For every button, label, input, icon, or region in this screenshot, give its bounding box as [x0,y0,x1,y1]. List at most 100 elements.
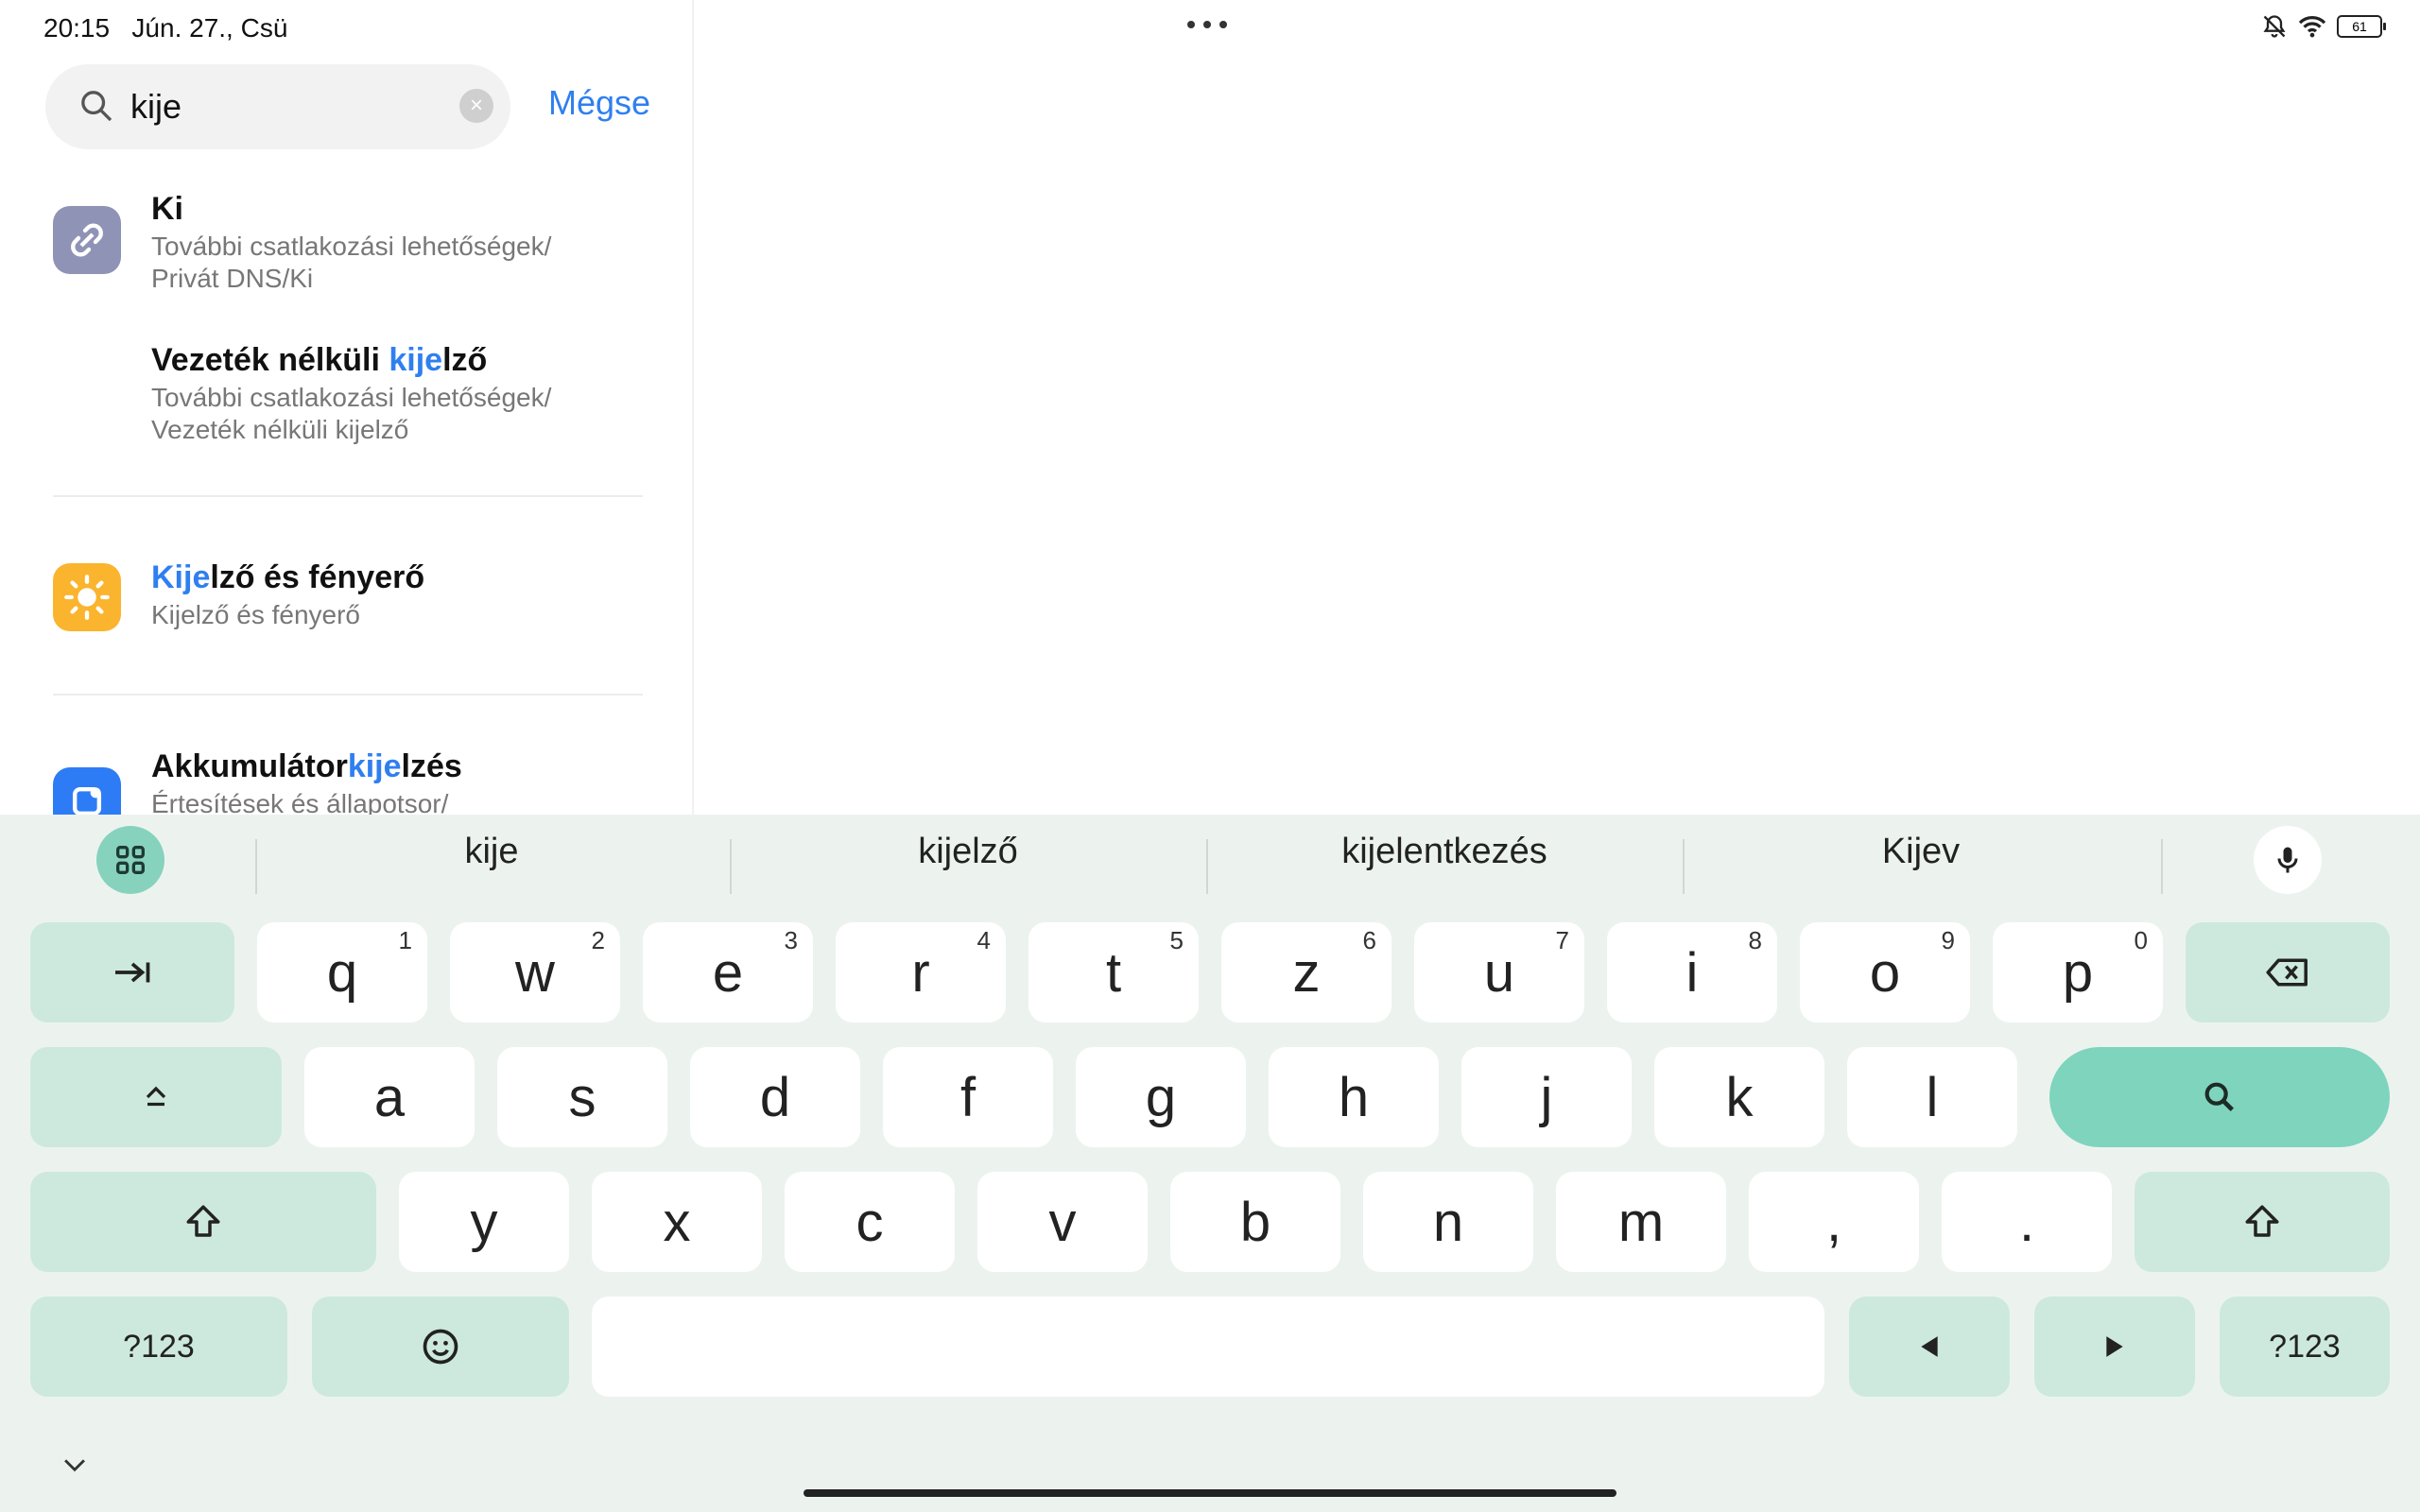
result-title: Ki [151,191,183,227]
key-label: a [373,1066,406,1128]
arrow-left-icon [1921,1336,1938,1357]
letter-key[interactable]: x [592,1172,762,1272]
letter-key[interactable]: a [304,1047,475,1147]
key-label: . [2018,1191,2035,1253]
cursor-right-key[interactable] [2034,1297,2195,1397]
letter-key[interactable]: e3 [643,922,813,1022]
cancel-button[interactable]: Mégse [548,83,650,123]
backspace-icon [2266,958,2308,987]
letter-key[interactable]: w2 [450,922,620,1022]
backspace-key[interactable] [2186,922,2390,1022]
grid-icon [115,846,145,874]
letter-key[interactable]: h [1269,1047,1439,1147]
suggestion-4[interactable]: Kijev [1694,832,2148,872]
letter-key[interactable]: z6 [1221,922,1392,1022]
divider [53,495,643,497]
more-options-icon[interactable] [1187,21,1227,28]
key-hint: 0 [2134,926,2148,954]
letter-key[interactable]: y [399,1172,569,1272]
letter-key[interactable]: l [1847,1047,2017,1147]
shift-key-right[interactable] [2135,1172,2390,1272]
result-item[interactable]: Vezeték nélküli kijelző További csatlako… [0,338,692,461]
tab-key[interactable] [30,922,234,1022]
letter-key[interactable]: f [883,1047,1053,1147]
shift-icon [2245,1205,2279,1237]
letter-key[interactable]: o9 [1800,922,1970,1022]
notification-icon [53,767,121,815]
key-label: w [515,941,555,1004]
apps-grid-button[interactable] [96,826,164,894]
key-label: k [1725,1066,1754,1128]
space-key[interactable] [592,1297,1824,1397]
key-label: h [1338,1066,1370,1128]
letter-key[interactable]: b [1170,1172,1340,1272]
key-hint: 9 [1941,926,1955,954]
letter-key[interactable]: t5 [1028,922,1199,1022]
key-label: b [1239,1191,1271,1253]
key-label: v [1048,1191,1077,1253]
search-key[interactable] [2049,1047,2390,1147]
chevron-down-icon[interactable] [59,1450,91,1482]
key-label: q [326,941,358,1004]
letter-key[interactable]: p0 [1993,922,2163,1022]
key-label: c [856,1191,884,1253]
suggestion-2[interactable]: kijelző [741,832,1195,872]
letter-key[interactable]: m [1556,1172,1726,1272]
letter-key[interactable]: c [785,1172,955,1272]
suggestion-1[interactable]: kije [265,832,718,872]
result-path: Kijelző és fényerő [151,600,361,629]
result-item[interactable]: Akkumulátorkijelzés Értesítések és állap… [0,747,692,815]
key-label: y [470,1191,498,1253]
key-label: p [2062,941,2094,1004]
key-hint: 1 [398,926,412,954]
search-box[interactable]: kije × [45,64,510,149]
voice-input-button[interactable] [2254,826,2322,894]
separator [2161,839,2163,894]
result-path: További csatlakozási lehetőségek/Privát … [151,232,552,293]
home-indicator[interactable] [804,1489,1616,1497]
key-label: z [1292,941,1321,1004]
letter-key[interactable]: v [977,1172,1148,1272]
symbols-key-left[interactable]: ?123 [30,1297,287,1397]
suggestion-3[interactable]: kijelentkezés [1218,832,1671,872]
arrow-right-icon [2106,1336,2123,1357]
key-label: e [712,941,744,1004]
close-icon: × [469,93,483,118]
letter-key[interactable]: , [1749,1172,1919,1272]
search-input[interactable]: kije [130,87,182,127]
emoji-icon [423,1329,458,1365]
divider [53,694,643,696]
letter-key[interactable]: g [1076,1047,1246,1147]
letter-key[interactable]: i8 [1607,922,1777,1022]
wifi-icon [2298,16,2326,38]
letter-key[interactable]: j [1461,1047,1632,1147]
letter-key[interactable]: s [497,1047,667,1147]
key-label: j [1540,1066,1553,1128]
result-item[interactable]: Ki További csatlakozási lehetőségek/Priv… [0,187,692,310]
symbols-key-right[interactable]: ?123 [2220,1297,2390,1397]
caps-lock-icon [146,1086,166,1107]
result-path: További csatlakozási lehetőségek/Vezeték… [151,383,552,444]
result-title: Akkumulátorkijelzés [151,748,462,784]
letter-key[interactable]: r4 [836,922,1006,1022]
keyboard: kije kijelző kijelentkezés Kijev ?123 ?1… [0,815,2420,1512]
letter-key[interactable]: . [1942,1172,2112,1272]
letter-key[interactable]: u7 [1414,922,1584,1022]
letter-key[interactable]: k [1654,1047,1824,1147]
status-icons: 61 [2261,13,2386,40]
letter-key[interactable]: n [1363,1172,1533,1272]
clear-search-button[interactable]: × [459,89,493,123]
emoji-key[interactable] [312,1297,569,1397]
battery-level: 61 [2352,19,2367,34]
key-label: g [1145,1066,1177,1128]
battery-icon: 61 [2337,15,2386,38]
letter-key[interactable]: q1 [257,922,427,1022]
result-item[interactable]: Kijelző és fényerő Kijelző és fényerő [0,558,692,643]
shift-key-left[interactable] [30,1172,376,1272]
key-hint: 6 [1362,926,1376,954]
letter-key[interactable]: d [690,1047,860,1147]
search-icon [81,91,112,122]
key-label: o [1869,941,1901,1004]
caps-lock-key[interactable] [30,1047,282,1147]
cursor-left-key[interactable] [1849,1297,2010,1397]
